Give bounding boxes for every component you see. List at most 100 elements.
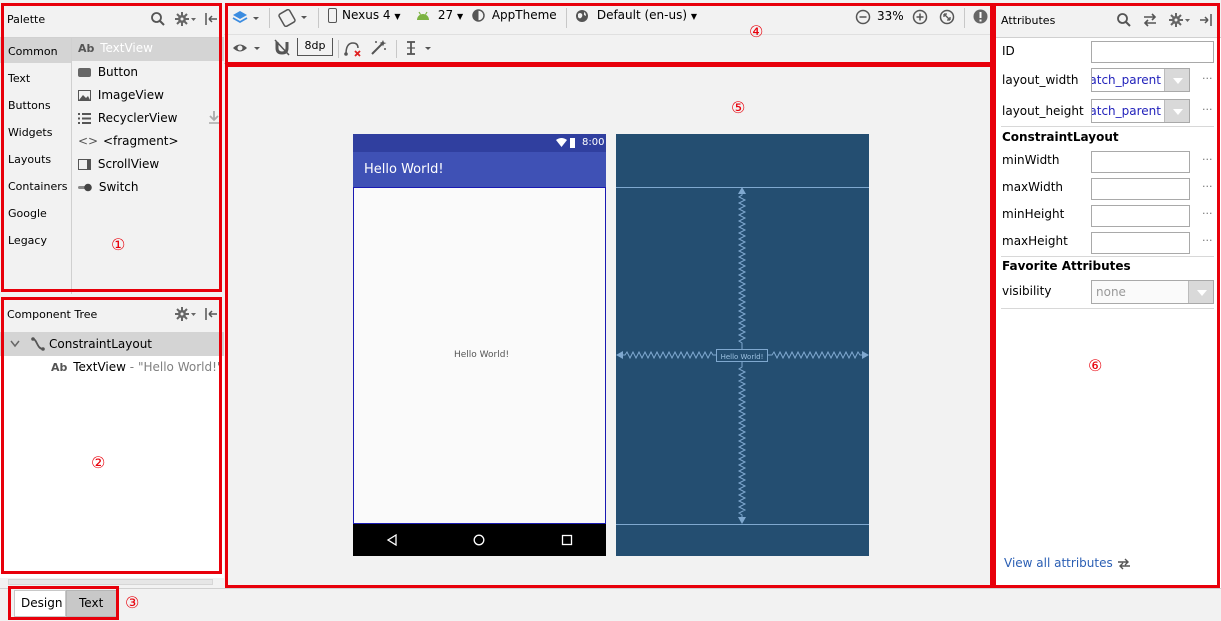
palette-category-label: Layouts (8, 153, 52, 166)
device-selector[interactable]: Nexus 4 ▼ (328, 8, 401, 28)
clear-constraints-icon[interactable] (344, 40, 362, 57)
more-options-icon[interactable]: ··· (1202, 103, 1213, 116)
guidelines-icon[interactable] (404, 40, 434, 56)
palette-item-imageview[interactable]: ImageView (78, 88, 164, 102)
editor-tabs-bar (0, 588, 1221, 621)
max-width-field[interactable] (1091, 178, 1190, 200)
blueprint-preview[interactable]: Hello World! (616, 134, 869, 556)
palette-item-label: Switch (98, 180, 139, 194)
design-surface-icon[interactable] (232, 10, 262, 26)
palette-category-widgets[interactable]: Widgets (8, 125, 52, 139)
code-icon: <> (78, 134, 99, 148)
hide-panel-icon[interactable] (1199, 12, 1213, 28)
hide-panel-icon[interactable] (204, 11, 218, 27)
tab-design[interactable]: Design (14, 590, 66, 617)
infer-constraints-icon[interactable] (370, 39, 388, 56)
locale-selector[interactable]: Default (en-us) ▼ (575, 8, 697, 28)
dropdown-arrow-icon[interactable] (1188, 281, 1213, 303)
tree-row-textview[interactable]: Ab TextView - "Hello World!" (51, 360, 222, 374)
attributes-header: Attributes (993, 0, 1221, 38)
palette-item-button[interactable]: Button (78, 65, 138, 79)
toolbar-area: Nexus 4 ▼ 27 ▼ AppTheme Default (en-us) … (224, 0, 993, 64)
tree-row-root[interactable]: ConstraintLayout (0, 332, 224, 356)
palette-item-textview[interactable]: Ab TextView (78, 41, 153, 55)
annotation-number: ⑥ (1088, 356, 1103, 375)
swap-icon[interactable] (1142, 12, 1158, 28)
android-icon (417, 11, 429, 20)
layout-width-value: match_parent (1092, 73, 1161, 87)
palette-category-legacy[interactable]: Legacy (8, 233, 47, 247)
min-height-field[interactable] (1091, 205, 1190, 227)
scroll-icon (78, 159, 91, 170)
palette-item-recyclerview[interactable]: RecyclerView (78, 111, 177, 125)
more-options-icon[interactable]: ··· (1202, 72, 1213, 85)
palette-category-text[interactable]: Text (8, 71, 30, 85)
default-margin-field[interactable]: 8dp (297, 38, 333, 56)
orientation-icon[interactable] (278, 9, 310, 27)
toolbar-separator (318, 8, 319, 28)
palette-item-label: <fragment> (102, 134, 179, 148)
annotation-number: ① (111, 235, 126, 254)
tab-design-label: Design (21, 596, 63, 610)
zoom-in-icon[interactable] (912, 9, 928, 25)
component-tree-title: Component Tree (7, 308, 98, 321)
search-icon[interactable] (150, 11, 166, 27)
warning-icon[interactable] (973, 9, 988, 24)
api-selector[interactable]: 27 ▼ (416, 8, 463, 28)
layout-height-select[interactable]: match_parent (1091, 99, 1190, 123)
download-icon[interactable] (208, 111, 220, 124)
zoom-fit-icon[interactable] (939, 9, 955, 25)
max-width-label: maxWidth (1002, 180, 1064, 194)
gear-icon[interactable] (175, 11, 197, 27)
tree-child-label: TextView (73, 360, 126, 374)
tab-text[interactable]: Text (66, 590, 118, 617)
hello-world-text[interactable]: Hello World! (454, 350, 509, 360)
palette-item-scrollview[interactable]: ScrollView (78, 157, 159, 171)
theme-selector[interactable]: AppTheme (472, 8, 557, 28)
switch-icon (78, 183, 92, 192)
palette-category-buttons[interactable]: Buttons (8, 98, 51, 112)
content-area[interactable]: Hello World! (353, 187, 606, 524)
visibility-value: none (1096, 285, 1126, 299)
design-canvas[interactable]: 8:00 Hello World! Hello World! Hello Wor… (224, 64, 993, 588)
blueprint-bottomline (616, 524, 869, 525)
more-options-icon[interactable]: ··· (1202, 234, 1213, 247)
gear-icon[interactable] (175, 306, 197, 322)
more-options-icon[interactable]: ··· (1202, 180, 1213, 193)
view-all-attributes-link[interactable]: View all attributes (1004, 556, 1131, 570)
id-field[interactable] (1091, 41, 1214, 63)
autoconnect-off-icon[interactable] (274, 39, 290, 56)
chevron-down-icon[interactable] (10, 340, 20, 348)
visibility-select[interactable]: none (1091, 280, 1214, 304)
image-icon (78, 90, 91, 101)
hide-panel-icon[interactable] (204, 306, 218, 322)
palette-category-common[interactable]: Common (8, 44, 58, 58)
min-width-field[interactable] (1091, 151, 1190, 173)
tree-root-label: ConstraintLayout (49, 337, 153, 351)
more-options-icon[interactable]: ··· (1202, 207, 1213, 220)
more-options-icon[interactable]: ··· (1202, 153, 1213, 166)
annotation-number: ③ (125, 593, 140, 612)
palette-category-layouts[interactable]: Layouts (8, 152, 51, 166)
globe-icon (576, 9, 588, 22)
layout-width-select[interactable]: match_parent (1091, 68, 1190, 92)
gear-icon[interactable] (1169, 12, 1191, 28)
dropdown-arrow-icon[interactable] (1164, 100, 1189, 122)
default-margin-value: 8dp (304, 39, 326, 52)
toolbar-separator (566, 8, 567, 28)
search-icon[interactable] (1116, 12, 1132, 28)
blueprint-textview[interactable]: Hello World! (716, 349, 768, 362)
palette-category-label: Google (8, 207, 47, 220)
dropdown-arrow-icon[interactable] (1164, 69, 1189, 91)
eye-icon[interactable] (232, 41, 262, 55)
design-preview[interactable]: 8:00 Hello World! Hello World! (353, 134, 606, 556)
zoom-out-icon[interactable] (855, 9, 871, 25)
palette-item-fragment[interactable]: <> <fragment> (78, 134, 179, 148)
max-height-field[interactable] (1091, 232, 1190, 254)
palette-category-containers[interactable]: Containers (8, 179, 68, 193)
toolbar-row-divider (224, 34, 993, 35)
palette-category-google[interactable]: Google (8, 206, 47, 220)
list-icon (78, 113, 91, 124)
palette-item-switch[interactable]: Switch (78, 180, 139, 194)
horizontal-scrollbar[interactable] (8, 579, 213, 585)
